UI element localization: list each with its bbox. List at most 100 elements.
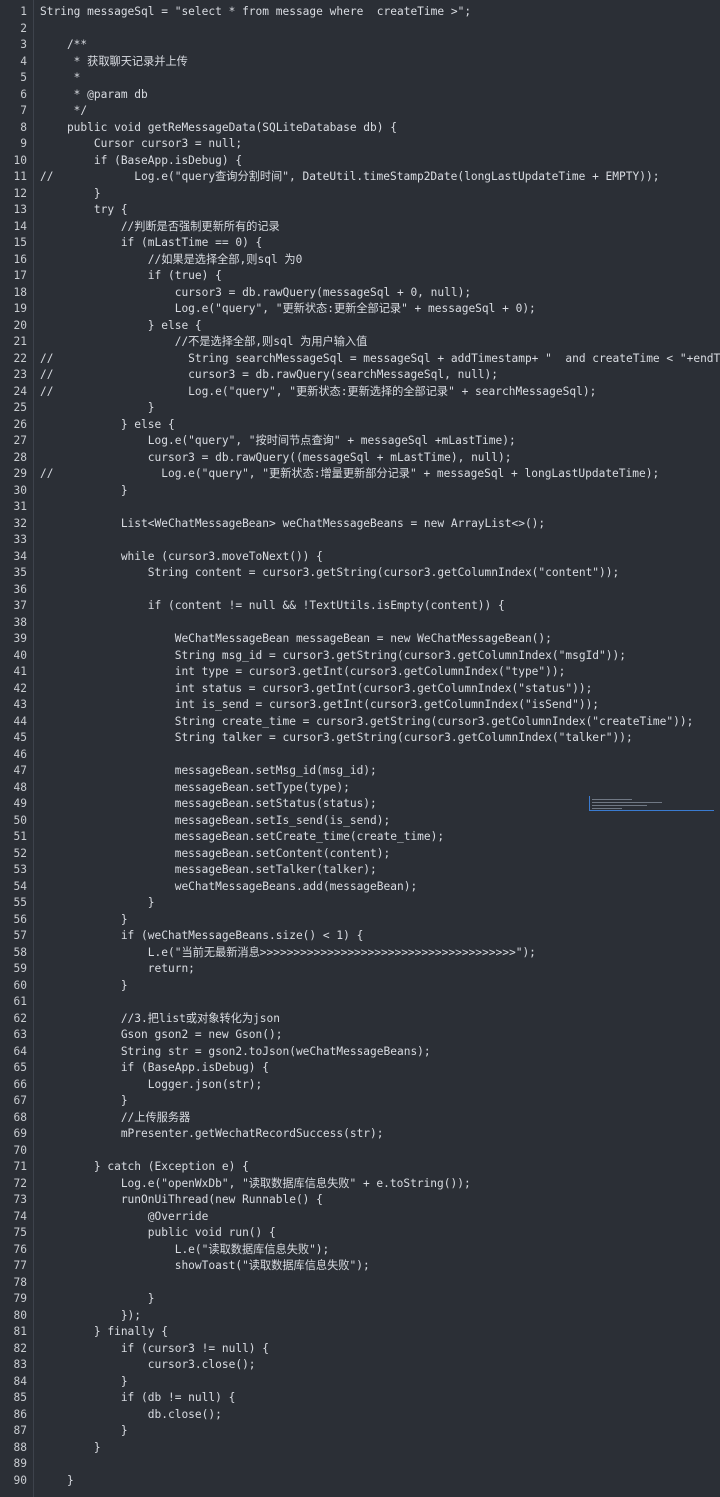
code-line[interactable]: 42 int status = cursor3.getInt(cursor3.g… (14, 681, 720, 698)
code-line[interactable]: 68 //上传服务器 (14, 1110, 720, 1127)
code-line[interactable]: 28 cursor3 = db.rawQuery((messageSql + m… (14, 450, 720, 467)
code-text[interactable]: }); (40, 1308, 141, 1325)
code-text[interactable]: showToast("读取数据库信息失败"); (40, 1258, 370, 1275)
code-line[interactable]: 38 (14, 615, 720, 632)
code-text[interactable]: } (40, 1473, 74, 1490)
code-text[interactable]: return; (40, 961, 195, 978)
code-line[interactable]: 20 } else { (14, 318, 720, 335)
code-line[interactable]: 60 } (14, 978, 720, 995)
code-text[interactable]: WeChatMessageBean messageBean = new WeCh… (40, 631, 552, 648)
code-text[interactable]: if (cursor3 != null) { (40, 1341, 269, 1358)
code-line[interactable]: 11 // Log.e("query查询分割时间", DateUtil.timeS… (14, 169, 720, 186)
code-text[interactable]: int type = cursor3.getInt(cursor3.getCol… (40, 664, 566, 681)
code-line[interactable]: 14 //判断是否强制更新所有的记录 (14, 219, 720, 236)
code-text[interactable]: public void getReMessageData(SQLiteDatab… (40, 120, 397, 137)
code-line[interactable]: 52 messageBean.setContent(content); (14, 846, 720, 863)
code-text[interactable]: } (40, 1423, 128, 1440)
code-line[interactable]: 18 cursor3 = db.rawQuery(messageSql + 0,… (14, 285, 720, 302)
code-line[interactable]: 23 // cursor3 = db.rawQuery(searchMessage… (14, 367, 720, 384)
code-line[interactable]: 40 String msg_id = cursor3.getString(cur… (14, 648, 720, 665)
code-text[interactable]: messageBean.setStatus(status); (40, 796, 377, 813)
code-text[interactable]: mPresenter.getWechatRecordSuccess(str); (40, 1126, 384, 1143)
code-line[interactable]: 29 // Log.e("query", "更新状态:增量更新部分记录" + me… (14, 466, 720, 483)
code-text[interactable]: L.e("读取数据库信息失败"); (40, 1242, 330, 1259)
code-line[interactable]: 22 // String searchMessageSql = messageSq… (14, 351, 720, 368)
code-line[interactable]: 70 (14, 1143, 720, 1160)
code-line[interactable]: 84 } (14, 1374, 720, 1391)
code-text[interactable]: String messageSql = "select * from messa… (40, 4, 471, 21)
code-text[interactable]: } (40, 1440, 101, 1457)
code-line[interactable]: 55 } (14, 895, 720, 912)
code-text[interactable]: if (BaseApp.isDebug) { (40, 153, 242, 170)
code-text[interactable]: } (40, 1093, 128, 1110)
code-line[interactable]: 37 if (content != null && !TextUtils.isE… (14, 598, 720, 615)
code-line[interactable]: 24 // Log.e("query", "更新状态:更新选择的全部记录" + s… (14, 384, 720, 401)
code-text[interactable]: } catch (Exception e) { (40, 1159, 249, 1176)
code-line[interactable]: 64 String str = gson2.toJson(weChatMessa… (14, 1044, 720, 1061)
code-text[interactable]: Log.e("openWxDb", "读取数据库信息失败" + e.toStri… (40, 1176, 471, 1193)
code-line[interactable]: 63 Gson gson2 = new Gson(); (14, 1027, 720, 1044)
code-text[interactable]: messageBean.setCreate_time(create_time); (40, 829, 444, 846)
code-text[interactable]: if (db != null) { (40, 1390, 236, 1407)
code-text[interactable]: weChatMessageBeans.add(messageBean); (40, 879, 417, 896)
code-line[interactable]: 72 Log.e("openWxDb", "读取数据库信息失败" + e.toS… (14, 1176, 720, 1193)
code-line[interactable]: 59 return; (14, 961, 720, 978)
code-text[interactable]: } (40, 1374, 128, 1391)
code-text[interactable]: Gson gson2 = new Gson(); (40, 1027, 283, 1044)
code-line[interactable]: 36 (14, 582, 720, 599)
code-text[interactable]: // Log.e("query", "更新状态:更新选择的全部记录" + sea… (40, 384, 596, 401)
code-line[interactable]: 15 if (mLastTime == 0) { (14, 235, 720, 252)
code-line[interactable]: 44 String create_time = cursor3.getStrin… (14, 714, 720, 731)
code-line[interactable]: 82 if (cursor3 != null) { (14, 1341, 720, 1358)
code-text[interactable]: * 获取聊天记录并上传 (40, 54, 188, 71)
code-text[interactable]: messageBean.setIs_send(is_send); (40, 813, 391, 830)
code-text[interactable]: messageBean.setMsg_id(msg_id); (40, 763, 377, 780)
code-text[interactable]: } else { (40, 417, 175, 434)
code-text[interactable]: public void run() { (40, 1225, 276, 1242)
code-line[interactable]: 87 } (14, 1423, 720, 1440)
code-line[interactable]: 67 } (14, 1093, 720, 1110)
code-line[interactable]: 6 * @param db (20, 87, 720, 104)
code-line[interactable]: 79 } (14, 1291, 720, 1308)
code-line[interactable]: 89 (14, 1456, 720, 1473)
code-text[interactable]: * (40, 70, 81, 87)
code-text[interactable]: */ (40, 103, 87, 120)
code-line[interactable]: 32 List<WeChatMessageBean> weChatMessage… (14, 516, 720, 533)
code-line[interactable]: 41 int type = cursor3.getInt(cursor3.get… (14, 664, 720, 681)
code-text[interactable]: //不是选择全部,则sql 为用户输入值 (40, 334, 368, 351)
code-line[interactable]: 50 messageBean.setIs_send(is_send); (14, 813, 720, 830)
code-text[interactable]: if (true) { (40, 268, 222, 285)
code-text[interactable]: //判断是否强制更新所有的记录 (40, 219, 280, 236)
code-line[interactable]: 19 Log.e("query", "更新状态:更新全部记录" + messag… (14, 301, 720, 318)
code-text[interactable]: } (40, 895, 155, 912)
code-text[interactable]: //3.把list或对象转化为json (40, 1011, 280, 1028)
code-text[interactable]: /** (40, 37, 87, 54)
code-area[interactable]: 1 String messageSql = "select * from mess… (14, 4, 720, 1490)
code-line[interactable]: 13 try { (14, 202, 720, 219)
code-line[interactable]: 81 } finally { (14, 1324, 720, 1341)
code-line[interactable]: 46 (14, 747, 720, 764)
code-line[interactable]: 71 } catch (Exception e) { (14, 1159, 720, 1176)
code-line[interactable]: 39 WeChatMessageBean messageBean = new W… (14, 631, 720, 648)
code-text[interactable]: try { (40, 202, 128, 219)
code-line[interactable]: 9 Cursor cursor3 = null; (20, 136, 720, 153)
code-line[interactable]: 7 */ (20, 103, 720, 120)
code-line[interactable]: 8 public void getReMessageData(SQLiteDat… (20, 120, 720, 137)
code-line[interactable]: 77 showToast("读取数据库信息失败"); (14, 1258, 720, 1275)
code-line[interactable]: 51 messageBean.setCreate_time(create_tim… (14, 829, 720, 846)
code-text[interactable]: @Override (40, 1209, 209, 1226)
code-line[interactable]: 78 (14, 1275, 720, 1292)
code-line[interactable]: 33 (14, 532, 720, 549)
code-text[interactable]: Cursor cursor3 = null; (40, 136, 242, 153)
code-line[interactable]: 17 if (true) { (14, 268, 720, 285)
code-text[interactable]: int status = cursor3.getInt(cursor3.getC… (40, 681, 593, 698)
code-text[interactable]: } (40, 912, 128, 929)
code-line[interactable]: 73 runOnUiThread(new Runnable() { (14, 1192, 720, 1209)
code-text[interactable]: //如果是选择全部,则sql 为0 (40, 252, 303, 269)
code-text[interactable]: Logger.json(str); (40, 1077, 263, 1094)
code-text[interactable]: } else { (40, 318, 202, 335)
code-line[interactable]: 3 /** (20, 37, 720, 54)
code-line[interactable]: 58 L.e("当前无最新消息>>>>>>>>>>>>>>>>>>>>>>>>>… (14, 945, 720, 962)
code-text[interactable]: Log.e("query", "按时间节点查询" + messageSql +m… (40, 433, 516, 450)
code-text[interactable]: String talker = cursor3.getString(cursor… (40, 730, 633, 747)
